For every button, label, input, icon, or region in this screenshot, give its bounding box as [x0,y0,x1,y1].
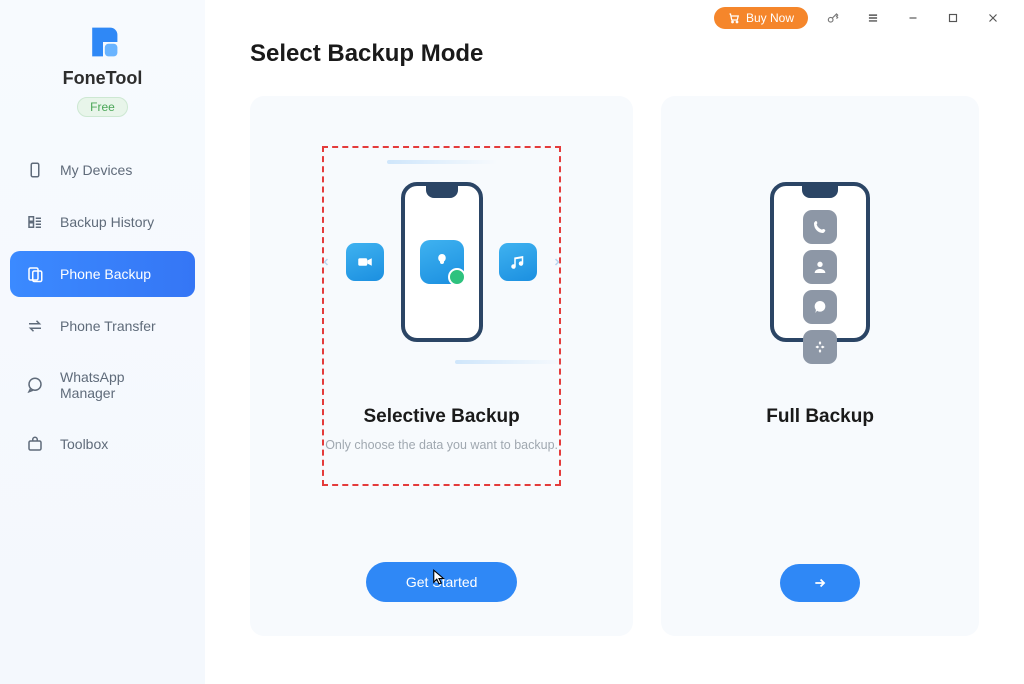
logo-block: FoneTool Free [0,24,205,133]
sidebar-item-backup-history[interactable]: Backup History [10,199,195,245]
device-icon [26,161,44,179]
sidebar-item-label: WhatsApp Manager [60,369,179,401]
sidebar: FoneTool Free My Devices Backup History … [0,0,205,684]
get-started-button[interactable]: Get Started [366,562,518,602]
arrow-right-icon [811,576,829,590]
sidebar-item-label: Phone Backup [60,266,151,282]
sidebar-item-label: Backup History [60,214,154,230]
sidebar-item-whatsapp-manager[interactable]: WhatsApp Manager [10,355,195,415]
sidebar-item-phone-transfer[interactable]: Phone Transfer [10,303,195,349]
sidebar-item-label: Toolbox [60,436,108,452]
sidebar-item-phone-backup[interactable]: Phone Backup [10,251,195,297]
call-icon [803,210,837,244]
message-icon [803,290,837,324]
app-logo-icon [85,24,121,60]
apps-icon [803,330,837,364]
phone-icon [770,182,870,342]
history-icon [26,213,44,231]
toolbox-icon [26,435,44,453]
page-title: Select Backup Mode [250,40,979,68]
contact-icon [803,250,837,284]
app-tile-icon [420,240,464,284]
full-backup-next-button[interactable] [780,564,860,602]
full-backup-card[interactable]: Full Backup [661,96,979,636]
video-icon [346,243,384,281]
free-badge: Free [77,97,128,117]
card-title: Selective Backup [363,406,519,428]
chat-icon [26,376,44,394]
full-backup-illustration [689,142,951,382]
cta-label: Get Started [406,574,478,590]
backup-icon [26,265,44,283]
nav: My Devices Backup History Phone Backup P… [0,133,205,487]
sidebar-item-my-devices[interactable]: My Devices [10,147,195,193]
phone-icon [401,182,483,342]
selective-backup-card[interactable]: Selective Backup Only choose the data yo… [250,96,633,636]
card-subtitle: Only choose the data you want to backup. [325,438,558,452]
sidebar-item-toolbox[interactable]: Toolbox [10,421,195,467]
music-icon [499,243,537,281]
sidebar-item-label: Phone Transfer [60,318,156,334]
cards-row: Selective Backup Only choose the data yo… [250,96,979,636]
selective-backup-illustration [278,142,605,382]
app-name: FoneTool [0,68,205,89]
sidebar-item-label: My Devices [60,162,132,178]
card-title: Full Backup [766,406,874,428]
main: Select Backup Mode Selective Backup Only [205,0,1024,684]
transfer-icon [26,317,44,335]
